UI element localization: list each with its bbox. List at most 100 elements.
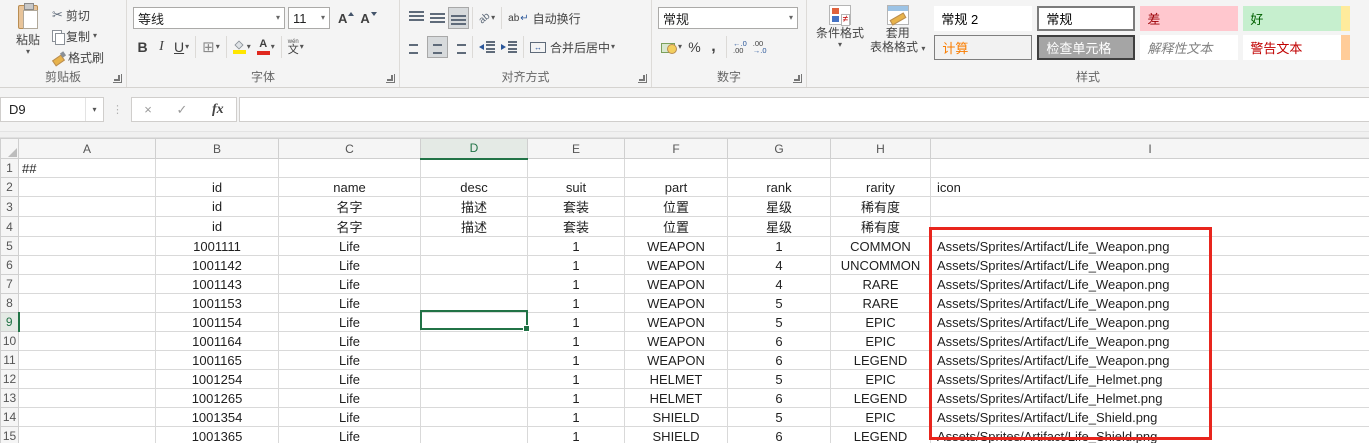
paste-dropdown-caret[interactable]: ▾ [26,48,30,56]
cell-E6[interactable]: 1 [528,256,625,275]
cell-I6[interactable]: Assets/Sprites/Artifact/Life_Weapon.png [931,256,1369,275]
format-as-table-button[interactable]: 套用 表格格式 ▾ [867,3,928,69]
cell-H13[interactable]: LEGEND [831,389,931,408]
cell-C6[interactable]: Life [279,256,421,275]
cell-style-check[interactable]: 检查单元格 [1037,35,1135,60]
cell-style-warn[interactable]: 警告文本 [1243,35,1341,60]
cell-A5[interactable] [19,237,156,256]
cell-B10[interactable]: 1001164 [156,332,279,351]
cell-F11[interactable]: WEAPON [625,351,728,370]
conditional-formatting-button[interactable]: 条件格式 ▾ [813,3,867,69]
row-header-10[interactable]: 10 [1,332,19,351]
orientation-button[interactable]: ab▾ [476,7,498,29]
cell-style-normal[interactable]: 常规 2 [934,6,1032,31]
cell-G1[interactable] [728,159,831,178]
cell-I15[interactable]: Assets/Sprites/Artifact/Life_Shield.png [931,427,1369,443]
cell-B13[interactable]: 1001265 [156,389,279,408]
cell-G8[interactable]: 5 [728,294,831,313]
alignment-dialog-launcher[interactable] [638,74,647,83]
cell-I7[interactable]: Assets/Sprites/Artifact/Life_Weapon.png [931,275,1369,294]
cell-H12[interactable]: EPIC [831,370,931,389]
cell-F8[interactable]: WEAPON [625,294,728,313]
cell-C14[interactable]: Life [279,408,421,427]
cell-style-good[interactable]: 好 [1243,6,1341,31]
cell-C3[interactable]: 名字 [279,197,421,217]
cell-B2[interactable]: id [156,178,279,197]
column-header-I[interactable]: I [931,139,1369,159]
cell-G13[interactable]: 6 [728,389,831,408]
cell-G6[interactable]: 4 [728,256,831,275]
cell-E1[interactable] [528,159,625,178]
cell-H6[interactable]: UNCOMMON [831,256,931,275]
underline-button[interactable]: U▾ [171,36,192,58]
row-header-9[interactable]: 9 [1,313,19,332]
column-header-C[interactable]: C [279,139,421,159]
cell-D13[interactable] [421,389,528,408]
cell-G5[interactable]: 1 [728,237,831,256]
cell-I10[interactable]: Assets/Sprites/Artifact/Life_Weapon.png [931,332,1369,351]
cell-G7[interactable]: 4 [728,275,831,294]
cell-E2[interactable]: suit [528,178,625,197]
cell-A12[interactable] [19,370,156,389]
font-size-combobox[interactable]: 11 ▾ [288,7,330,29]
cell-I1[interactable] [931,159,1369,178]
cell-E5[interactable]: 1 [528,237,625,256]
row-header-6[interactable]: 6 [1,256,19,275]
cell-A9[interactable] [19,313,156,332]
cell-C1[interactable] [279,159,421,178]
row-header-1[interactable]: 1 [1,159,19,178]
increase-decimal-button[interactable]: ←.0.00 [730,36,750,58]
cell-F10[interactable]: WEAPON [625,332,728,351]
cell-H2[interactable]: rarity [831,178,931,197]
copy-button[interactable]: 复制 ▾ [50,26,106,46]
row-header-12[interactable]: 12 [1,370,19,389]
cell-B5[interactable]: 1001111 [156,237,279,256]
column-header-G[interactable]: G [728,139,831,159]
cell-A11[interactable] [19,351,156,370]
cell-D7[interactable] [421,275,528,294]
cell-C8[interactable]: Life [279,294,421,313]
percent-style-button[interactable]: % [685,36,704,58]
font-dialog-launcher[interactable] [386,74,395,83]
column-header-B[interactable]: B [156,139,279,159]
number-format-combobox[interactable]: 常规 ▾ [658,7,798,29]
cell-E13[interactable]: 1 [528,389,625,408]
cell-H14[interactable]: EPIC [831,408,931,427]
cell-A4[interactable] [19,217,156,237]
cell-F9[interactable]: WEAPON [625,313,728,332]
cell-I11[interactable]: Assets/Sprites/Artifact/Life_Weapon.png [931,351,1369,370]
cell-B3[interactable]: id [156,197,279,217]
formula-bar-grip[interactable]: ⋮ [112,103,123,116]
cell-A2[interactable] [19,178,156,197]
row-header-13[interactable]: 13 [1,389,19,408]
column-header-D[interactable]: D [421,139,528,159]
cell-D6[interactable] [421,256,528,275]
phonetic-guide-button[interactable]: wén 文 ▾ [285,36,307,58]
increase-indent-button[interactable] [498,36,520,58]
cell-G10[interactable]: 6 [728,332,831,351]
cell-A6[interactable] [19,256,156,275]
font-color-button[interactable]: A ▾ [254,36,278,58]
cell-style-bad[interactable]: 差 [1140,6,1238,31]
comma-style-button[interactable]: , [704,36,723,58]
row-header-15[interactable]: 15 [1,427,19,443]
cell-F14[interactable]: SHIELD [625,408,728,427]
select-all-corner[interactable] [1,139,19,159]
cell-C10[interactable]: Life [279,332,421,351]
cell-C2[interactable]: name [279,178,421,197]
row-header-11[interactable]: 11 [1,351,19,370]
cell-C5[interactable]: Life [279,237,421,256]
insert-function-button[interactable]: fx [212,102,224,118]
cell-I12[interactable]: Assets/Sprites/Artifact/Life_Helmet.png [931,370,1369,389]
cell-F12[interactable]: HELMET [625,370,728,389]
cell-D8[interactable] [421,294,528,313]
formula-input[interactable] [239,97,1369,122]
cell-C7[interactable]: Life [279,275,421,294]
borders-button[interactable]: ⊞▾ [199,36,223,58]
cell-A3[interactable] [19,197,156,217]
cell-D9[interactable] [421,313,528,332]
row-header-2[interactable]: 2 [1,178,19,197]
accounting-format-button[interactable]: ▾ [658,36,685,58]
cell-H9[interactable]: EPIC [831,313,931,332]
cell-H4[interactable]: 稀有度 [831,217,931,237]
